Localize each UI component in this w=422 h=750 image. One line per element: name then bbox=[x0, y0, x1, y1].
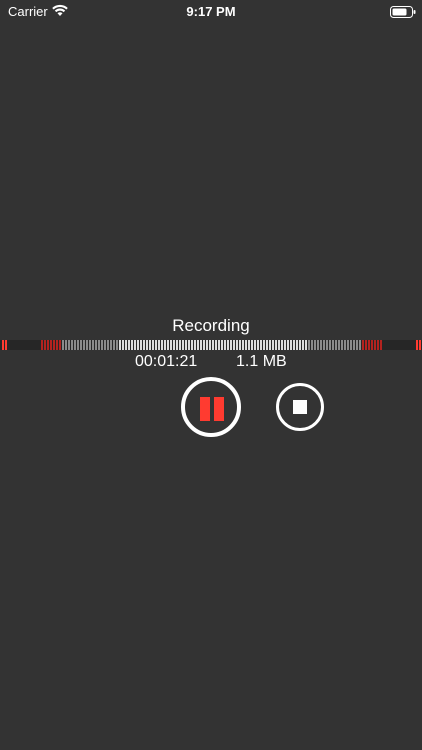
pause-icon bbox=[200, 397, 210, 421]
stop-button[interactable] bbox=[276, 383, 324, 431]
elapsed-time: 00:01:21 bbox=[135, 353, 198, 370]
pause-icon-bar bbox=[214, 397, 224, 421]
status-bar: Carrier 9:17 PM bbox=[0, 0, 422, 24]
recording-status-label: Recording bbox=[172, 316, 250, 335]
battery-icon bbox=[390, 5, 416, 18]
pause-button[interactable] bbox=[181, 377, 241, 437]
status-time: 9:17 PM bbox=[186, 4, 236, 19]
audio-level-meter bbox=[0, 340, 422, 350]
stop-icon bbox=[293, 400, 307, 414]
file-size: 1.1 MB bbox=[236, 353, 287, 370]
recording-info: 00:01:21 1.1 MB bbox=[0, 353, 422, 373]
